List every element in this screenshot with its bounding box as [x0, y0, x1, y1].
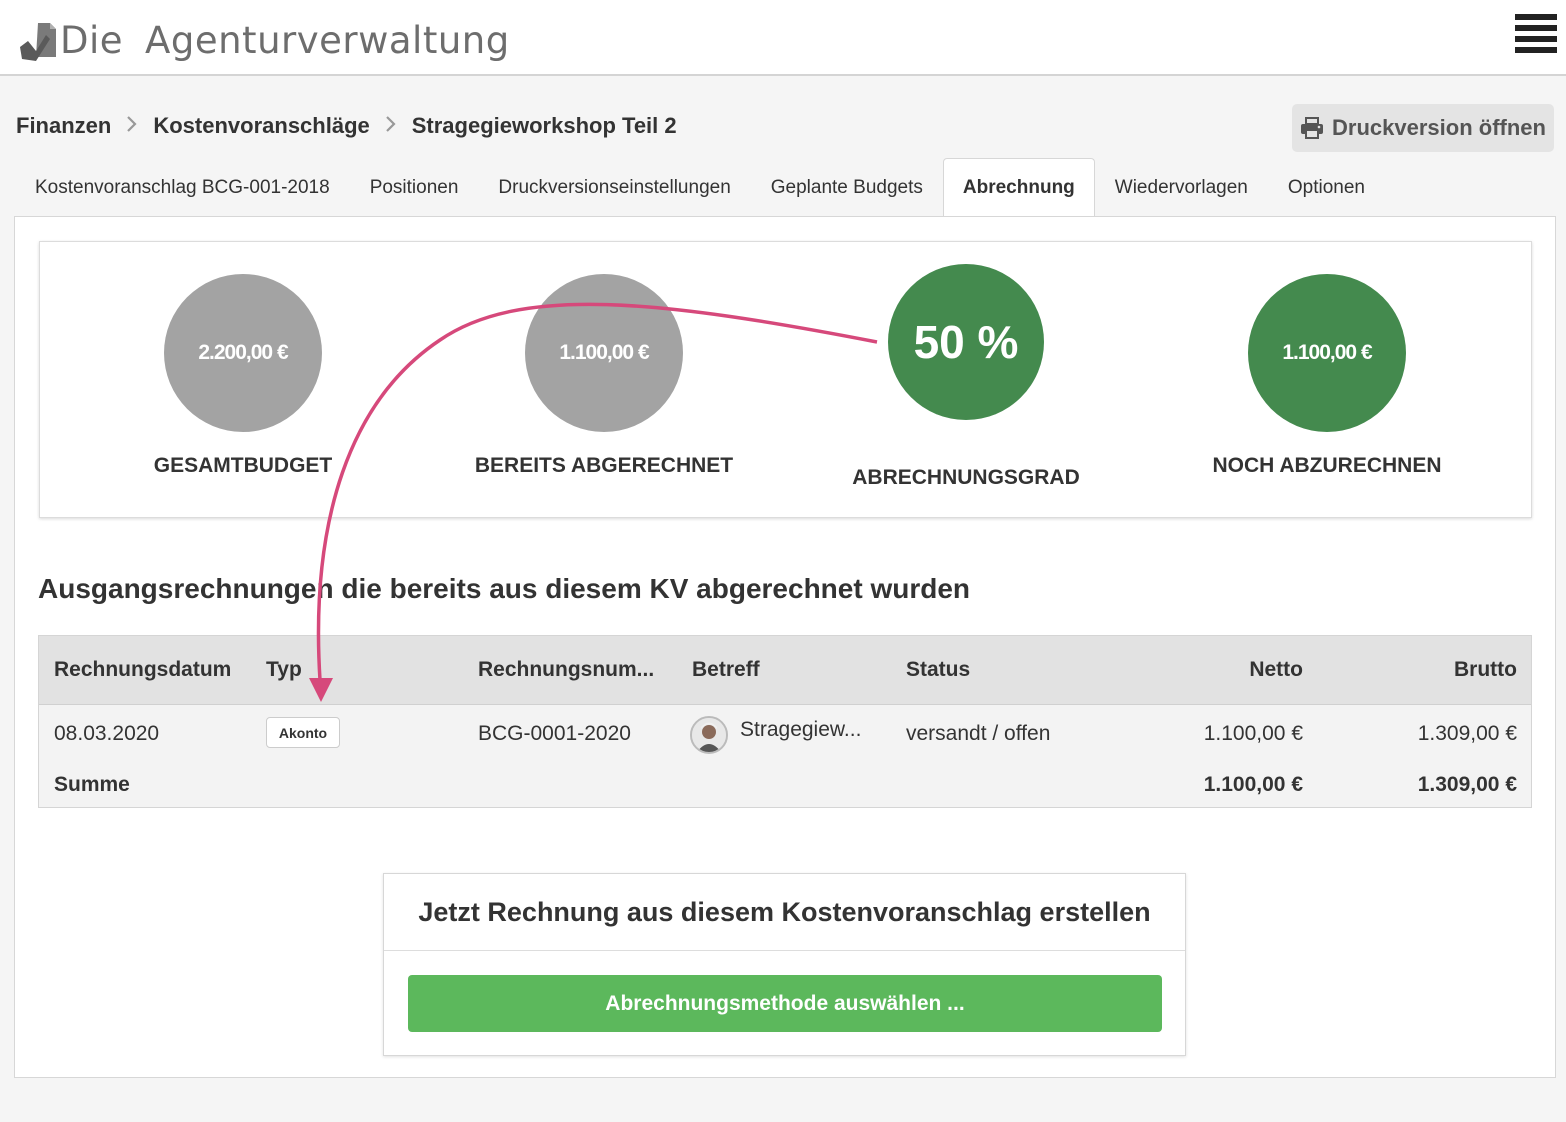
app-title: Die Agenturverwaltung — [60, 14, 510, 68]
tab-optionen[interactable]: Optionen — [1268, 158, 1385, 218]
logo-mark-icon — [16, 19, 60, 63]
column-header-gross[interactable]: Brutto — [1339, 658, 1517, 682]
column-header-number[interactable]: Rechnungsnum... — [478, 658, 654, 682]
already-billed-label: BEREITS ABGERECHNET — [474, 454, 734, 477]
billing-stats-card: 2.200,00 € GESAMTBUDGET 1.100,00 € BEREI… — [39, 241, 1532, 518]
column-header-date[interactable]: Rechnungsdatum — [54, 658, 231, 682]
tab-abrechnung[interactable]: Abrechnung — [942, 158, 1095, 218]
breadcrumb-kostenvoranschlaege[interactable]: Kostenvoranschläge — [153, 113, 369, 139]
billing-panel: 2.200,00 € GESAMTBUDGET 1.100,00 € BEREI… — [14, 216, 1556, 1078]
row-invoice-number[interactable]: BCG-0001-2020 — [478, 722, 631, 746]
row-type-badge: Akonto — [266, 717, 340, 748]
tab-positionen[interactable]: Positionen — [350, 158, 479, 218]
tab-wiedervorlagen[interactable]: Wiedervorlagen — [1095, 158, 1268, 218]
breadcrumb-separator-icon — [370, 113, 412, 139]
breadcrumb-current: Stragegieworkshop Teil 2 — [411, 113, 677, 138]
stat-total-budget: 2.200,00 € GESAMTBUDGET — [93, 274, 393, 478]
column-header-type[interactable]: Typ — [266, 658, 302, 682]
row-subject[interactable]: Stragegiew... — [740, 718, 861, 742]
logo-word-die: Die — [60, 19, 124, 62]
column-header-status[interactable]: Status — [906, 658, 970, 682]
sum-label: Summe — [54, 773, 130, 796]
tab-bar: Kostenvoranschlag BCG-001-2018 Positione… — [15, 158, 1385, 218]
row-date[interactable]: 08.03.2020 — [54, 722, 159, 746]
print-version-button[interactable]: Druckversion öffnen — [1292, 104, 1554, 152]
sum-gross: 1.309,00 € — [1417, 773, 1517, 796]
top-bar: Die Agenturverwaltung — [0, 0, 1566, 76]
row-status: versandt / offen — [906, 722, 1051, 745]
row-net: 1.100,00 € — [1203, 722, 1303, 745]
printer-icon — [1301, 117, 1324, 139]
billing-degree-label: ABRECHNUNGSGRAD — [852, 466, 1080, 489]
print-version-label: Druckversion öffnen — [1332, 115, 1546, 140]
invoices-table: Rechnungsdatum Typ Rechnungsnum... Betre… — [38, 635, 1532, 808]
create-invoice-title: Jetzt Rechnung aus diesem Kostenvoransch… — [384, 874, 1185, 951]
select-billing-method-button[interactable]: Abrechnungsmethode auswählen ... — [408, 975, 1162, 1032]
stat-billing-degree: 50 % ABRECHNUNGSGRAD — [816, 264, 1116, 490]
breadcrumb-separator-icon — [111, 113, 153, 139]
breadcrumb-finanzen[interactable]: Finanzen — [16, 113, 111, 139]
hamburger-menu-icon[interactable] — [1515, 14, 1557, 54]
stat-already-billed: 1.100,00 € BEREITS ABGERECHNET — [454, 274, 754, 478]
row-gross: 1.309,00 € — [1417, 722, 1517, 745]
user-avatar — [690, 716, 728, 754]
remaining-label: NOCH ABZURECHNEN — [1212, 454, 1442, 477]
total-budget-value: 2.200,00 € — [164, 274, 322, 432]
app-logo[interactable]: Die Agenturverwaltung — [16, 14, 510, 68]
total-budget-label: GESAMTBUDGET — [153, 454, 333, 477]
stat-remaining: 1.100,00 € NOCH ABZURECHNEN — [1177, 274, 1477, 478]
logo-word-agenturverwaltung: Agenturverwaltung — [145, 19, 510, 62]
invoices-section-title: Ausgangsrechnungen die bereits aus diese… — [38, 573, 971, 604]
sum-net: 1.100,00 € — [1203, 773, 1303, 796]
column-header-net[interactable]: Netto — [1139, 658, 1303, 682]
tab-geplante-budgets[interactable]: Geplante Budgets — [751, 158, 943, 218]
breadcrumb: Finanzen Kostenvoranschläge Stragegiewor… — [16, 110, 677, 142]
column-header-subject[interactable]: Betreff — [692, 658, 760, 682]
table-header: Rechnungsdatum Typ Rechnungsnum... Betre… — [39, 636, 1531, 705]
tab-kostenvoranschlag[interactable]: Kostenvoranschlag BCG-001-2018 — [15, 158, 350, 218]
billing-degree-value: 50 % — [888, 264, 1044, 420]
tab-druckversionseinstellungen[interactable]: Druckversionseinstellungen — [478, 158, 750, 218]
create-invoice-card: Jetzt Rechnung aus diesem Kostenvoransch… — [383, 873, 1186, 1056]
already-billed-value: 1.100,00 € — [525, 274, 683, 432]
remaining-value: 1.100,00 € — [1248, 274, 1406, 432]
